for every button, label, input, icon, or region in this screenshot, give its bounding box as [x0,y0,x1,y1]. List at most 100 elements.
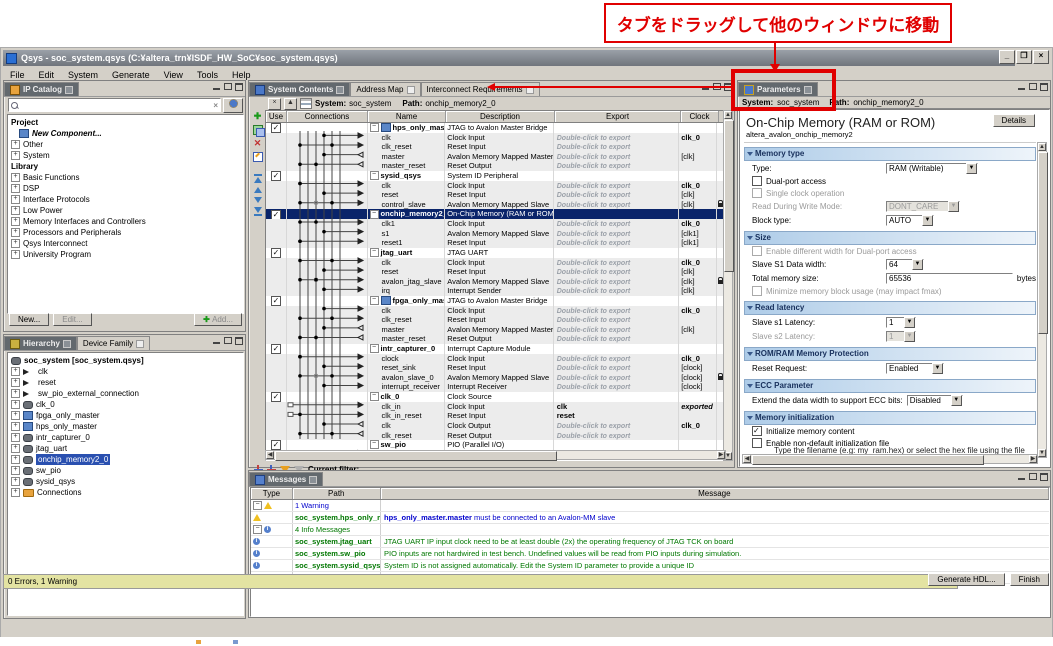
checkbox-dual-port-access[interactable] [752,176,762,186]
export-cell[interactable]: Double-click to export [554,421,679,431]
use-checkbox[interactable]: ✓ [271,296,281,306]
use-checkbox[interactable]: ✓ [271,210,281,220]
dropdown-block-type-[interactable]: AUTO▼ [886,215,934,226]
hierarchy-item-fpga_only_master[interactable]: +fpga_only_master [11,410,243,421]
export-cell[interactable]: Double-click to export [554,267,679,277]
duplicate-icon[interactable] [253,125,263,135]
export-cell[interactable]: Double-click to export [554,325,679,335]
hierarchy-item-intr_capturer_0[interactable]: +intr_capturer_0 [11,432,243,443]
menu-edit[interactable]: Edit [32,69,62,81]
message-row-5[interactable]: isoc_system.sysid_qsysSystem ID is not a… [251,560,1049,572]
float-icon[interactable] [1029,473,1037,480]
export-cell[interactable] [554,440,679,450]
collapse-icon[interactable]: − [253,501,262,510]
export-cell[interactable] [554,248,679,258]
finish-button[interactable]: Finish [1010,573,1049,586]
add-button[interactable]: ✚ Add... [194,313,242,326]
menu-file[interactable]: File [3,69,32,81]
column-header-clock[interactable]: Clock [681,111,719,122]
collapse-icon[interactable]: − [253,525,262,534]
expand-icon[interactable]: + [11,250,20,259]
use-checkbox[interactable]: ✓ [271,344,281,354]
menu-system[interactable]: System [61,69,105,81]
collapse-icon[interactable]: − [370,123,379,132]
ip-item-new-component[interactable]: New Component... [19,128,243,139]
move-up-icon[interactable] [254,187,262,193]
ip-group-processors-and-peripherals[interactable]: +Processors and Peripherals [11,227,243,238]
vertical-scrollbar[interactable]: ▲ ▼ [723,110,733,461]
float-icon[interactable] [224,83,232,90]
expand-icon[interactable]: + [11,173,20,182]
new-button[interactable]: New... [9,313,49,326]
tab-messages[interactable]: Messages [249,472,323,486]
expand-icon[interactable]: + [11,444,20,453]
expand-icon[interactable]: + [11,140,20,149]
detach-icon[interactable] [336,86,344,94]
tab-interconnect-requirements[interactable]: Interconnect Requirements [421,82,540,96]
expand-icon[interactable]: + [11,151,20,160]
hierarchy-item-hps_only_master[interactable]: +hps_only_master [11,421,243,432]
export-cell[interactable]: Double-click to export [554,315,679,325]
hierarchy-item-clk[interactable]: +clk [11,366,243,377]
hierarchy-item-sw_pio[interactable]: +sw_pio [11,465,243,476]
export-cell[interactable] [554,296,679,306]
remove-icon[interactable]: ✕ [253,139,262,148]
expand-icon[interactable]: + [11,184,20,193]
message-row-2[interactable]: −i4 Info Messages [251,524,1049,536]
edit-icon[interactable] [253,152,263,162]
export-cell[interactable]: Double-click to export [554,200,679,210]
ip-group-other[interactable]: +Other [11,139,243,150]
collapse-icon[interactable]: − [370,171,379,180]
expand-icon[interactable]: + [11,488,20,497]
dropdown-type-[interactable]: RAM (Writable)▼ [886,163,978,174]
section-header-memory-initialization[interactable]: Memory initialization [744,411,1036,425]
restore-button[interactable]: ❐ [1016,50,1032,64]
title-bar[interactable]: Qsys - soc_system.qsys (C:¥altera_trn¥IS… [3,50,1015,66]
hierarchy-root[interactable]: soc_system [soc_system.qsys] [11,355,243,366]
export-cell[interactable]: Double-click to export [554,142,679,152]
expand-icon[interactable]: + [11,400,20,409]
detach-icon[interactable] [65,86,73,94]
collapse-icon[interactable]: − [370,248,379,257]
hierarchy-item-sw_pio_external_connection[interactable]: +sw_pio_external_connection [11,388,243,399]
ip-group-university-program[interactable]: +University Program [11,249,243,260]
export-cell[interactable]: Double-click to export [554,354,679,364]
menu-help[interactable]: Help [225,69,258,81]
export-cell[interactable]: Double-click to export [554,181,679,191]
collapse-icon[interactable]: − [370,440,379,449]
section-header-size[interactable]: Size [744,231,1036,245]
clear-search-icon[interactable]: × [213,101,218,110]
dropdown-extend-the-data-width-to-support-ecc-bit[interactable]: Disabled▼ [907,395,963,406]
add-component-icon[interactable]: ✚ [253,112,262,121]
tab-address-map[interactable]: Address Map [350,82,420,96]
export-cell[interactable]: Double-click to export [554,334,679,344]
use-checkbox[interactable]: ✓ [271,392,281,402]
maximize-icon[interactable] [235,337,243,344]
minimize-icon[interactable] [213,337,221,344]
expand-icon[interactable]: + [11,389,20,398]
message-row-1[interactable]: soc_system.hps_only_masterhps_only_maste… [251,512,1049,524]
catalog-settings-button[interactable] [223,98,243,113]
expand-icon[interactable]: + [11,422,20,431]
hierarchy-item-jtag_uart[interactable]: +jtag_uart [11,443,243,454]
dropdown-slave-s2-latency-[interactable]: 1▼ [886,331,916,342]
move-top-icon[interactable] [254,174,262,183]
export-cell[interactable]: Double-click to export [554,258,679,268]
expand-icon[interactable]: + [11,239,20,248]
section-header-ecc-parameter[interactable]: ECC Parameter [744,379,1036,393]
column-header-path[interactable]: Path [293,488,381,499]
ip-group-low-power[interactable]: +Low Power [11,205,243,216]
collapse-button[interactable]: × [268,98,281,110]
detach-icon[interactable] [309,476,317,484]
collapse-icon[interactable]: − [370,210,379,219]
collapse-icon[interactable]: − [370,392,379,401]
export-cell[interactable] [554,171,679,181]
export-cell[interactable] [554,123,679,133]
section-header-read-latency[interactable]: Read latency [744,301,1036,315]
ip-group-qsys-interconnect[interactable]: +Qsys Interconnect [11,238,243,249]
use-checkbox[interactable]: ✓ [271,123,281,133]
detach-icon[interactable] [407,86,415,94]
ip-group-memory-interfaces-and-controllers[interactable]: +Memory Interfaces and Controllers [11,216,243,227]
collapse-icon[interactable]: − [370,296,379,305]
hierarchy-item-reset[interactable]: +reset [11,377,243,388]
